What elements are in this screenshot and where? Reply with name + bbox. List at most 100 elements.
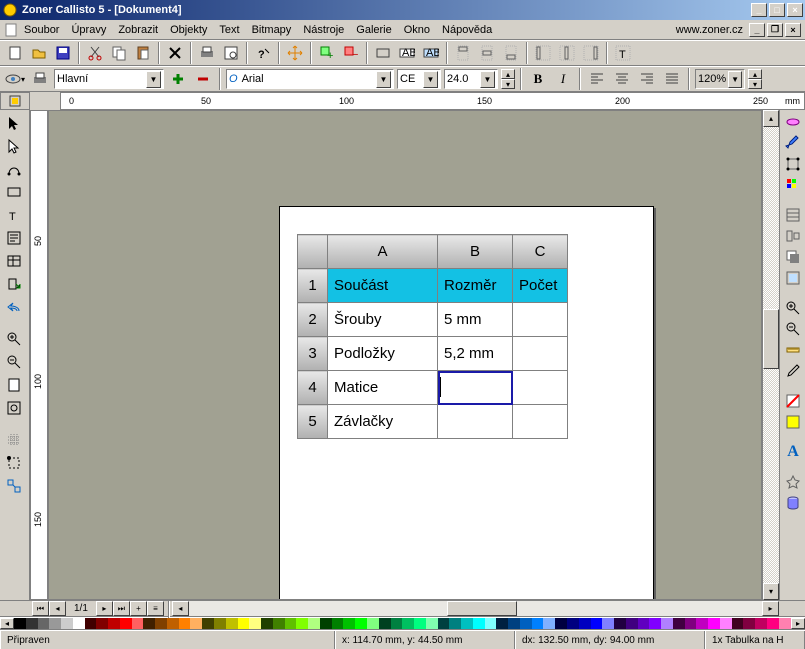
zoom-in-tool[interactable] (2, 328, 26, 350)
color-swatch[interactable] (755, 618, 767, 629)
copy-button[interactable] (108, 42, 130, 64)
scroll-up-button[interactable]: ▴ (763, 110, 779, 127)
dropdown-icon[interactable]: ▼ (728, 71, 742, 88)
help-button[interactable]: ? (252, 42, 274, 64)
lang-combo[interactable]: CE▼ (397, 69, 441, 89)
zoom-up-button[interactable]: ▴ (748, 69, 762, 79)
zoom-out-tool[interactable] (2, 351, 26, 373)
cell-b2[interactable]: 5 mm (438, 303, 513, 337)
color-swatch[interactable] (273, 618, 285, 629)
menu-napoveda[interactable]: Nápověda (436, 22, 498, 38)
cell-a3[interactable]: Podložky (328, 337, 438, 371)
add-object-button[interactable]: + (316, 42, 338, 64)
zoom-fit-tool[interactable] (2, 397, 26, 419)
color-swatch[interactable] (49, 618, 61, 629)
row-header-2[interactable]: 2 (298, 303, 328, 337)
color-swatch[interactable] (485, 618, 497, 629)
color-swatch[interactable] (473, 618, 485, 629)
color-swatch[interactable] (461, 618, 473, 629)
layers-panel-tool[interactable] (782, 205, 804, 225)
color-swatch[interactable] (543, 618, 555, 629)
menu-zobrazit[interactable]: Zobrazit (112, 22, 164, 38)
color-swatch[interactable] (85, 618, 97, 629)
color-swatch[interactable] (61, 618, 73, 629)
color-swatch[interactable] (626, 618, 638, 629)
pen-tool[interactable] (782, 133, 804, 153)
paste-button[interactable] (132, 42, 154, 64)
col-header-a[interactable]: A (328, 235, 438, 269)
color-swatch[interactable] (320, 618, 332, 629)
data-table[interactable]: A B C 1 Součást Rozměr Počet 2 Šroub (297, 234, 568, 439)
color-swatch[interactable] (14, 618, 26, 629)
eye-icon[interactable]: ▾ (4, 68, 26, 90)
color-swatch[interactable] (73, 618, 85, 629)
dropdown-icon[interactable]: ▼ (376, 71, 391, 88)
zoom-combo[interactable]: 120%▼ (695, 69, 745, 89)
color-swatch[interactable] (602, 618, 614, 629)
text-tool[interactable]: T (2, 204, 26, 226)
print-preview-button[interactable] (220, 42, 242, 64)
size-up-button[interactable]: ▴ (501, 69, 515, 79)
minimize-button[interactable]: _ (751, 3, 767, 17)
vendor-url[interactable]: www.zoner.cz (676, 24, 743, 36)
textbox-button[interactable]: ABC (396, 42, 418, 64)
cut-button[interactable] (84, 42, 106, 64)
save-button[interactable] (52, 42, 74, 64)
color-swatch[interactable] (355, 618, 367, 629)
row-header-4[interactable]: 4 (298, 371, 328, 405)
menu-upravy[interactable]: Úpravy (65, 22, 112, 38)
cell-a5[interactable]: Závlačky (328, 405, 438, 439)
menu-text[interactable]: Text (213, 22, 245, 38)
color-swatch[interactable] (285, 618, 297, 629)
dropdown-icon[interactable]: ▼ (480, 71, 495, 88)
add-layer-button[interactable] (167, 68, 189, 90)
cell-b4-editing[interactable] (438, 371, 513, 405)
align-panel-tool[interactable] (782, 226, 804, 246)
color-swatch[interactable] (532, 618, 544, 629)
delete-button[interactable] (164, 42, 186, 64)
curve-tool[interactable] (2, 158, 26, 180)
shadow-panel-tool[interactable] (782, 247, 804, 267)
scroll-right-button[interactable]: ▸ (762, 601, 779, 616)
shape-rect-button[interactable] (372, 42, 394, 64)
color-swatch[interactable] (391, 618, 403, 629)
first-page-button[interactable]: ⏮ (32, 601, 49, 616)
color-swatch[interactable] (743, 618, 755, 629)
next-page-button[interactable]: ▸ (96, 601, 113, 616)
cell-b3[interactable]: 5,2 mm (438, 337, 513, 371)
table-tool[interactable] (2, 250, 26, 272)
cell-c5[interactable] (513, 405, 568, 439)
zoom-page-tool[interactable] (2, 374, 26, 396)
fill-yellow-icon[interactable] (782, 412, 804, 432)
color-swatch[interactable] (414, 618, 426, 629)
measure-tool[interactable] (782, 340, 804, 360)
col-header-c[interactable]: C (513, 235, 568, 269)
fill-tool[interactable] (782, 112, 804, 132)
color-swatch[interactable] (108, 618, 120, 629)
menu-galerie[interactable]: Galerie (350, 22, 397, 38)
color-swatch[interactable] (202, 618, 214, 629)
hscroll-track[interactable] (189, 601, 762, 616)
align-bottom-button[interactable] (500, 42, 522, 64)
align-justify-button[interactable] (661, 68, 683, 90)
color-swatch[interactable] (449, 618, 461, 629)
scroll-track[interactable] (763, 127, 779, 583)
color-swatch[interactable] (567, 618, 579, 629)
color-swatch[interactable] (249, 618, 261, 629)
dropdown-icon[interactable]: ▼ (423, 71, 438, 88)
color-swatch[interactable] (696, 618, 708, 629)
doc-restore-button[interactable]: ❐ (767, 23, 783, 37)
font-combo[interactable]: OArial▼ (226, 69, 394, 89)
canvas[interactable]: A B C 1 Součást Rozměr Počet 2 Šroub (48, 110, 762, 600)
scroll-thumb[interactable] (763, 309, 779, 369)
palette-right[interactable]: ▸ (791, 618, 805, 629)
vertical-scrollbar[interactable]: ▴ ▾ (762, 110, 779, 600)
table-corner[interactable] (298, 235, 328, 269)
undo-tool[interactable] (2, 296, 26, 318)
color-swatch[interactable] (296, 618, 308, 629)
bold-button[interactable]: B (527, 68, 549, 90)
color-swatch[interactable] (673, 618, 685, 629)
col-header-b[interactable]: B (438, 235, 513, 269)
color-swatch[interactable] (38, 618, 50, 629)
cell-c4[interactable] (513, 371, 568, 405)
